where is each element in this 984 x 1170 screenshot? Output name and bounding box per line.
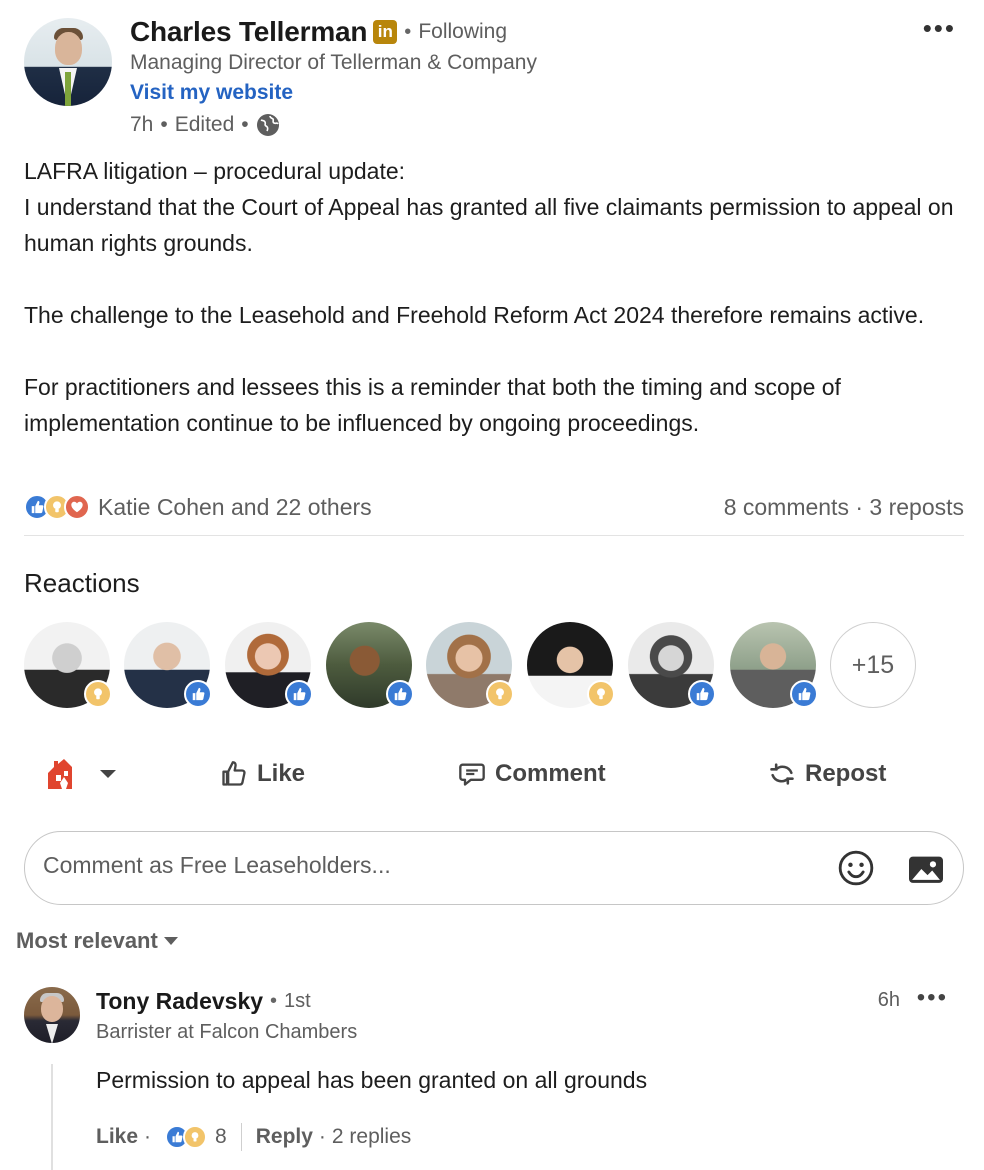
chevron-down-icon <box>100 770 116 778</box>
caret-down-icon <box>163 937 178 945</box>
repost-icon <box>770 763 794 785</box>
reactor-avatar[interactable] <box>24 622 112 708</box>
comments-reposts-count[interactable]: 8 comments · 3 reposts <box>724 494 964 521</box>
reaction-summary[interactable]: Katie Cohen and 22 others <box>24 494 372 521</box>
thumbs-up-icon <box>222 761 246 786</box>
comment-reaction-summary[interactable] <box>165 1125 208 1149</box>
post-time: 7h <box>130 113 154 136</box>
author-name-row: Charles Tellerman in • Following <box>130 14 507 50</box>
author-avatar[interactable] <box>24 18 112 106</box>
comment-actions: Like · 8 Reply · 2 replies <box>96 1122 411 1152</box>
social-counts: Katie Cohen and 22 others 8 comments · 3… <box>24 490 964 524</box>
insightful-icon <box>486 680 514 708</box>
comment-like-button[interactable]: Like <box>96 1125 138 1149</box>
commenter-name-row: Tony Radevsky • 1st <box>96 988 311 1015</box>
reactor-avatar[interactable] <box>527 622 615 708</box>
comment-reaction-count: 8 <box>215 1125 227 1148</box>
like-icon <box>688 680 716 708</box>
separator-dot: • <box>404 20 412 43</box>
comment-reply-button[interactable]: Reply <box>256 1125 313 1149</box>
following-status[interactable]: Following <box>418 20 507 44</box>
thread-line <box>51 1064 53 1170</box>
connection-degree: 1st <box>284 990 311 1012</box>
comment-button[interactable]: Comment <box>458 748 606 800</box>
like-icon <box>285 680 313 708</box>
like-label: Like <box>257 760 306 787</box>
commenter-avatar[interactable] <box>24 987 80 1043</box>
comment-time: 6h <box>877 989 900 1011</box>
repost-label: Repost <box>805 760 887 787</box>
post-paragraph: For practitioners and lessees this is a … <box>24 374 848 436</box>
reaction-picker-button[interactable] <box>46 748 128 800</box>
reactor-avatar[interactable] <box>426 622 514 708</box>
repost-button[interactable]: Repost <box>768 748 886 800</box>
edited-label: Edited <box>174 113 235 136</box>
love-reaction-icon <box>64 494 90 520</box>
commenter-headline: Barrister at Falcon Chambers <box>96 1021 358 1043</box>
like-button[interactable]: Like <box>220 748 305 800</box>
post-meta: 7h • Edited • <box>130 113 280 137</box>
comment-more-options-icon[interactable]: ••• <box>917 984 948 1012</box>
comment-input-placeholder: Comment as Free Leaseholders... <box>43 852 391 878</box>
company-logo-icon <box>48 759 72 789</box>
post-body: LAFRA litigation – procedural update: I … <box>24 153 969 441</box>
comment-icon <box>459 763 485 786</box>
linkedin-premium-icon: in <box>373 20 398 44</box>
sort-dropdown[interactable]: Most relevant <box>16 928 178 954</box>
insightful-reaction-icon <box>183 1125 208 1149</box>
reactions-heading: Reactions <box>24 568 140 598</box>
commenter-name[interactable]: Tony Radevsky <box>96 988 263 1015</box>
reactor-list: +15 <box>24 622 924 712</box>
post-header: Charles Tellerman in • Following Managin… <box>24 14 964 144</box>
divider <box>24 535 964 536</box>
author-name[interactable]: Charles Tellerman <box>130 16 367 48</box>
like-icon <box>184 680 212 708</box>
reactor-avatar[interactable] <box>124 622 212 708</box>
post-paragraph: The challenge to the Leasehold and Freeh… <box>24 302 925 328</box>
insightful-icon <box>84 680 112 708</box>
post-more-options-icon[interactable]: ••• <box>923 15 956 41</box>
reaction-summary-text[interactable]: Katie Cohen and 22 others <box>98 494 372 521</box>
reactor-avatar[interactable] <box>225 622 313 708</box>
comment-label: Comment <box>495 760 606 787</box>
reactor-avatar[interactable] <box>730 622 818 708</box>
emoji-icon[interactable] <box>837 849 875 887</box>
action-bar: Like Comment Repost <box>24 748 964 800</box>
image-icon[interactable] <box>907 852 945 886</box>
author-headline: Managing Director of Tellerman & Company <box>130 51 537 74</box>
comment-input[interactable]: Comment as Free Leaseholders... <box>24 831 964 905</box>
like-icon <box>790 680 818 708</box>
comment-text: Permission to appeal has been granted on… <box>96 1067 648 1093</box>
reactor-avatar[interactable] <box>628 622 716 708</box>
comment-replies-link[interactable]: 2 replies <box>332 1125 411 1149</box>
website-link[interactable]: Visit my website <box>130 81 293 105</box>
post-paragraph: LAFRA litigation – procedural update: I … <box>24 158 954 256</box>
more-reactors-button[interactable]: +15 <box>830 622 916 708</box>
sort-label: Most relevant <box>16 928 158 953</box>
reactor-avatar[interactable] <box>326 622 414 708</box>
insightful-icon <box>587 680 615 708</box>
comment-item: Tony Radevsky • 1st Barrister at Falcon … <box>24 984 964 1170</box>
like-icon <box>386 680 414 708</box>
globe-icon <box>256 114 279 136</box>
